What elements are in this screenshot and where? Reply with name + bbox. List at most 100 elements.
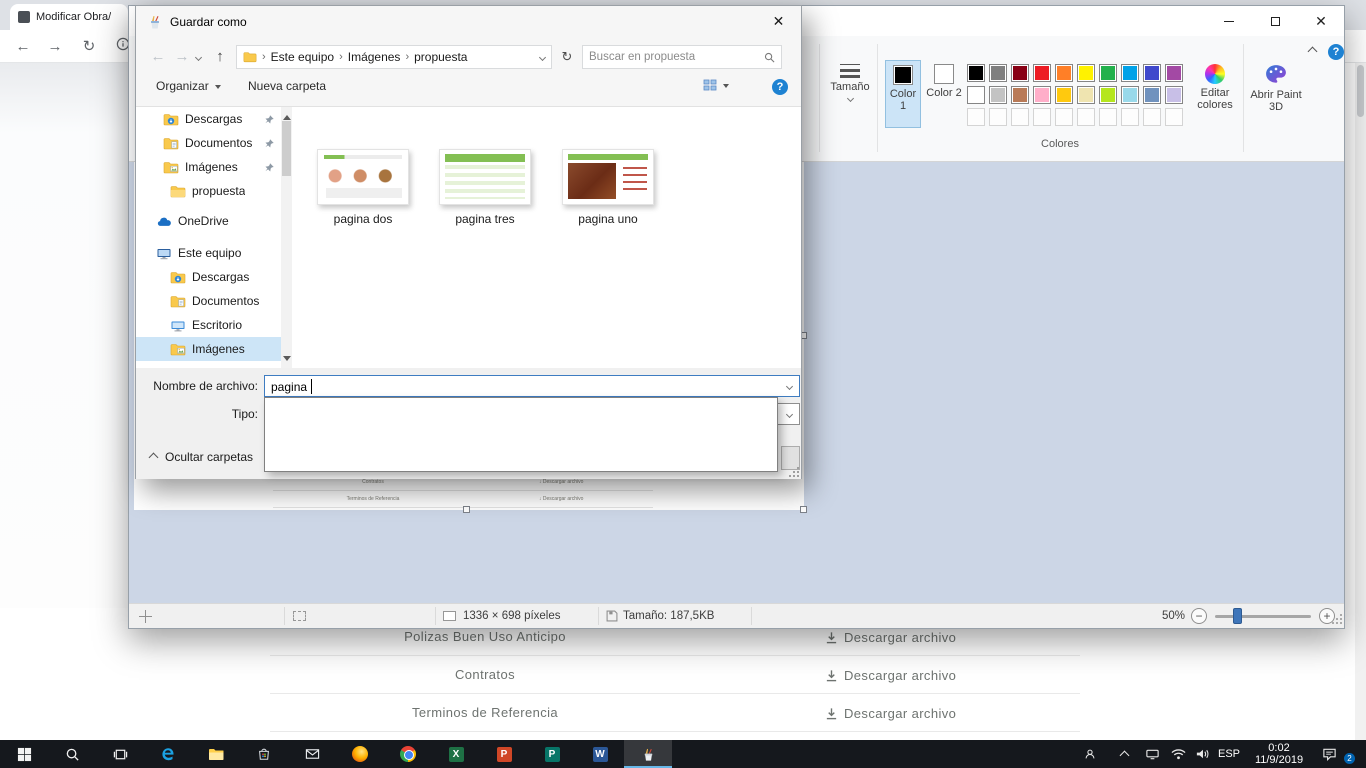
palette-color-swatch[interactable] — [1165, 64, 1183, 82]
firefox-button[interactable] — [336, 740, 384, 768]
filename-dropdown-icon[interactable] — [780, 377, 798, 395]
palette-color-swatch[interactable] — [1033, 64, 1051, 82]
browser-reload-icon[interactable]: ↻ — [78, 36, 100, 58]
palette-empty-slot[interactable] — [1143, 108, 1161, 126]
scroll-up-icon[interactable] — [283, 111, 291, 120]
zoom-out-button[interactable]: − — [1191, 608, 1207, 624]
hidden-icons-button[interactable] — [1112, 740, 1136, 768]
language-indicator[interactable]: ESP — [1214, 740, 1244, 768]
file-item-pagina-dos[interactable]: pagina dos — [303, 149, 423, 226]
scrollbar-thumb[interactable] — [1357, 65, 1364, 117]
file-explorer-button[interactable] — [192, 740, 240, 768]
file-item-pagina-tres[interactable]: pagina tres — [425, 149, 545, 226]
palette-color-swatch[interactable] — [1055, 86, 1073, 104]
sidebar-item-descargas[interactable]: Descargas — [136, 265, 281, 289]
canvas-resize-handle[interactable] — [800, 506, 807, 513]
color1-button[interactable]: Color 1 — [885, 60, 921, 128]
palette-color-swatch[interactable] — [1121, 86, 1139, 104]
start-button[interactable] — [0, 740, 48, 768]
minimize-button[interactable] — [1206, 6, 1252, 36]
palette-color-swatch[interactable] — [1165, 86, 1183, 104]
up-icon[interactable]: ↑ — [208, 45, 232, 69]
browser-forward-icon[interactable]: → — [44, 36, 66, 58]
action-center-button[interactable] — [1316, 740, 1342, 768]
browser-back-icon[interactable]: ← — [12, 36, 34, 58]
filetype-dropdown-icon[interactable] — [780, 405, 798, 423]
resize-grip[interactable] — [1330, 614, 1342, 626]
palette-color-swatch[interactable] — [1099, 86, 1117, 104]
palette-color-swatch[interactable] — [1077, 64, 1095, 82]
new-folder-button[interactable]: Nueva carpeta — [248, 79, 326, 93]
palette-empty-slot[interactable] — [1121, 108, 1139, 126]
store-button[interactable] — [240, 740, 288, 768]
taskbar-clock[interactable]: 0:02 11/9/2019 — [1244, 742, 1314, 766]
search-icon[interactable] — [764, 52, 775, 63]
palette-color-swatch[interactable] — [1055, 64, 1073, 82]
palette-empty-slot[interactable] — [1033, 108, 1051, 126]
page-scrollbar[interactable] — [1355, 63, 1366, 740]
browser-tab[interactable]: Modificar Obra/ — [10, 4, 128, 30]
download-link[interactable]: Descargar archivo — [825, 694, 956, 732]
palette-empty-slot[interactable] — [1099, 108, 1117, 126]
history-chevron-icon[interactable] — [195, 54, 202, 61]
sidebar-item-documentos[interactable]: Documentos — [136, 289, 281, 313]
palette-empty-slot[interactable] — [967, 108, 985, 126]
dialog-help-icon[interactable]: ? — [772, 79, 788, 95]
sidebar-item-documentos[interactable]: Documentos — [136, 131, 281, 155]
edge-button[interactable] — [144, 740, 192, 768]
breadcrumb-item[interactable]: Este equipo — [271, 50, 334, 64]
sidebar-item-imágenes[interactable]: Imágenes — [136, 337, 281, 361]
back-icon[interactable]: ← — [146, 45, 170, 69]
forward-icon[interactable]: → — [170, 45, 194, 69]
address-dropdown-icon[interactable] — [539, 53, 546, 60]
canvas-resize-handle[interactable] — [463, 506, 470, 513]
task-view-button[interactable] — [96, 740, 144, 768]
palette-color-swatch[interactable] — [1011, 64, 1029, 82]
breadcrumb-item[interactable]: Imágenes — [348, 50, 401, 64]
size-button[interactable]: Tamaño — [827, 60, 873, 128]
sidebar-item-descargas[interactable]: Descargas — [136, 107, 281, 131]
mail-button[interactable] — [288, 740, 336, 768]
close-button[interactable]: ✕ — [1298, 6, 1344, 36]
collapse-ribbon-icon[interactable] — [1308, 47, 1318, 57]
palette-empty-slot[interactable] — [1077, 108, 1095, 126]
sidebar-item-este-equipo[interactable]: Este equipo — [136, 241, 281, 265]
maximize-button[interactable] — [1252, 6, 1298, 36]
filetype-dropdown-panel[interactable] — [264, 397, 778, 472]
palette-empty-slot[interactable] — [1011, 108, 1029, 126]
palette-empty-slot[interactable] — [1165, 108, 1183, 126]
edit-colors-button[interactable]: Editar colores — [1191, 60, 1239, 128]
hide-folders-button[interactable]: Ocultar carpetas — [150, 450, 253, 464]
scrollbar-thumb[interactable] — [282, 121, 291, 176]
dialog-resize-grip[interactable] — [789, 467, 799, 477]
network-button[interactable] — [1140, 740, 1164, 768]
wifi-button[interactable] — [1166, 740, 1190, 768]
filename-input[interactable]: pagina — [264, 375, 800, 397]
powerpoint-button[interactable] — [480, 740, 528, 768]
palette-color-swatch[interactable] — [1011, 86, 1029, 104]
views-button[interactable] — [703, 79, 729, 91]
file-item-pagina-uno[interactable]: pagina uno — [548, 149, 668, 226]
sidebar-item-imágenes[interactable]: Imágenes — [136, 155, 281, 179]
palette-color-swatch[interactable] — [1033, 86, 1051, 104]
palette-color-swatch[interactable] — [1121, 64, 1139, 82]
palette-color-swatch[interactable] — [1143, 64, 1161, 82]
palette-color-swatch[interactable] — [1143, 86, 1161, 104]
paint-button-active[interactable] — [624, 740, 672, 768]
palette-color-swatch[interactable] — [1099, 64, 1117, 82]
palette-empty-slot[interactable] — [1055, 108, 1073, 126]
taskbar-search-button[interactable] — [48, 740, 96, 768]
palette-color-swatch[interactable] — [989, 86, 1007, 104]
publisher-button[interactable] — [528, 740, 576, 768]
organize-button[interactable]: Organizar — [156, 79, 221, 93]
palette-empty-slot[interactable] — [989, 108, 1007, 126]
zoom-slider-thumb[interactable] — [1233, 608, 1242, 624]
chrome-button[interactable] — [384, 740, 432, 768]
sidebar-item-escritorio[interactable]: Escritorio — [136, 313, 281, 337]
scroll-down-icon[interactable] — [283, 356, 291, 365]
help-icon[interactable]: ? — [1328, 44, 1344, 60]
refresh-icon[interactable]: ↻ — [556, 45, 578, 69]
search-input[interactable] — [589, 47, 757, 67]
download-link[interactable]: Descargar archivo — [825, 656, 956, 694]
palette-color-swatch[interactable] — [967, 86, 985, 104]
